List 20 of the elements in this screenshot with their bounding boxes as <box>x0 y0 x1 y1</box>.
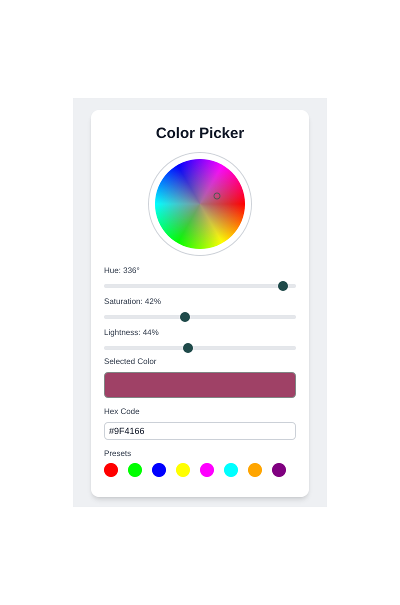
title: Color Picker <box>154 124 246 144</box>
preset-swatch[interactable] <box>248 463 262 477</box>
preset-swatch[interactable] <box>104 463 118 477</box>
section-label: Presets <box>104 448 132 460</box>
slider-thumb[interactable] <box>278 281 288 291</box>
hex-input[interactable]: #9F4166 <box>104 422 296 440</box>
preset-swatch[interactable] <box>200 463 214 477</box>
section-label: Selected Color <box>104 356 158 368</box>
slider-label: Lightness: 44% <box>104 327 160 339</box>
section-label: Hex Code <box>104 406 141 418</box>
wheel-marker[interactable] <box>214 192 221 200</box>
preset-swatch[interactable] <box>128 463 142 477</box>
preset-swatch[interactable] <box>152 463 166 477</box>
slider-label: Saturation: 42% <box>104 296 162 308</box>
preset-swatch[interactable] <box>176 463 190 477</box>
preset-swatch[interactable] <box>224 463 238 477</box>
slider-label: Hue: 336° <box>104 265 141 277</box>
slider-thumb[interactable] <box>183 343 194 353</box>
slider-thumb[interactable] <box>180 312 190 322</box>
preset-swatch[interactable] <box>272 463 286 477</box>
